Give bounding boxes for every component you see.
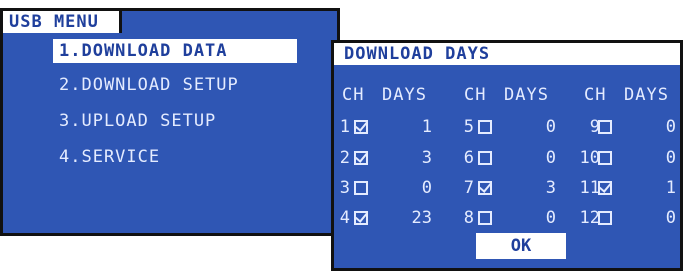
- menu-item-upload-setup[interactable]: 3.UPLOAD SETUP: [53, 109, 297, 133]
- menu-item-download-setup[interactable]: 2.DOWNLOAD SETUP: [53, 73, 297, 97]
- check-icon: [598, 179, 613, 193]
- column-header-days-2: DAYS: [504, 85, 549, 105]
- download-days-title: DOWNLOAD DAYS: [334, 43, 680, 65]
- channel-12-checkbox[interactable]: [598, 211, 612, 225]
- channel-7-checkbox[interactable]: [478, 179, 493, 195]
- ok-button[interactable]: OK: [476, 233, 566, 259]
- channel-4-number: 4: [339, 208, 350, 228]
- channel-3-number: 3: [339, 178, 350, 198]
- channel-9-days: 0: [665, 117, 676, 137]
- column-header-days-3: DAYS: [624, 85, 669, 105]
- column-header-days-1: DAYS: [382, 85, 427, 105]
- channel-10-checkbox[interactable]: [598, 151, 612, 165]
- column-header-ch-3: CH: [584, 85, 607, 105]
- channel-11-checkbox[interactable]: [598, 179, 613, 195]
- channel-8-days: 0: [545, 208, 556, 228]
- column-header-ch-1: CH: [342, 85, 365, 105]
- menu-item-service[interactable]: 4.SERVICE: [53, 145, 297, 169]
- channel-4-days: 23: [411, 208, 432, 228]
- channel-8-number: 8: [463, 208, 474, 228]
- channel-2-number: 2: [339, 148, 350, 168]
- channel-12-days: 0: [665, 208, 676, 228]
- channel-7-days: 3: [545, 178, 556, 198]
- channel-2-days: 3: [421, 148, 432, 168]
- channel-2-checkbox[interactable]: [354, 149, 369, 165]
- channel-7-number: 7: [463, 178, 474, 198]
- channel-12-number: 12: [579, 208, 600, 228]
- column-header-ch-2: CH: [464, 85, 487, 105]
- channel-6-number: 6: [463, 148, 474, 168]
- channel-9-checkbox[interactable]: [598, 120, 612, 134]
- channel-6-checkbox[interactable]: [478, 151, 492, 165]
- channel-4-checkbox[interactable]: [354, 209, 369, 225]
- channel-3-checkbox[interactable]: [354, 181, 368, 195]
- download-days-panel: DOWNLOAD DAYS CH DAYS CH DAYS CH DAYS 11…: [331, 40, 683, 271]
- channel-1-days: 1: [421, 117, 432, 137]
- usb-menu-panel: USB MENU 1.DOWNLOAD DATA 2.DOWNLOAD SETU…: [0, 8, 340, 236]
- channel-11-number: 11: [579, 178, 600, 198]
- channel-5-days: 0: [545, 117, 556, 137]
- channel-5-checkbox[interactable]: [478, 120, 492, 134]
- channel-9-number: 9: [589, 117, 600, 137]
- channel-10-number: 10: [579, 148, 600, 168]
- channel-10-days: 0: [665, 148, 676, 168]
- channel-3-days: 0: [421, 178, 432, 198]
- usb-menu-title: USB MENU: [3, 11, 122, 33]
- check-icon: [478, 179, 493, 193]
- check-icon: [354, 118, 369, 132]
- channel-8-checkbox[interactable]: [478, 211, 492, 225]
- channel-11-days: 1: [665, 178, 676, 198]
- menu-item-download-data[interactable]: 1.DOWNLOAD DATA: [53, 39, 297, 63]
- check-icon: [354, 149, 369, 163]
- channel-5-number: 5: [463, 117, 474, 137]
- channel-6-days: 0: [545, 148, 556, 168]
- channel-1-number: 1: [339, 117, 350, 137]
- channel-1-checkbox[interactable]: [354, 118, 369, 134]
- check-icon: [354, 209, 369, 223]
